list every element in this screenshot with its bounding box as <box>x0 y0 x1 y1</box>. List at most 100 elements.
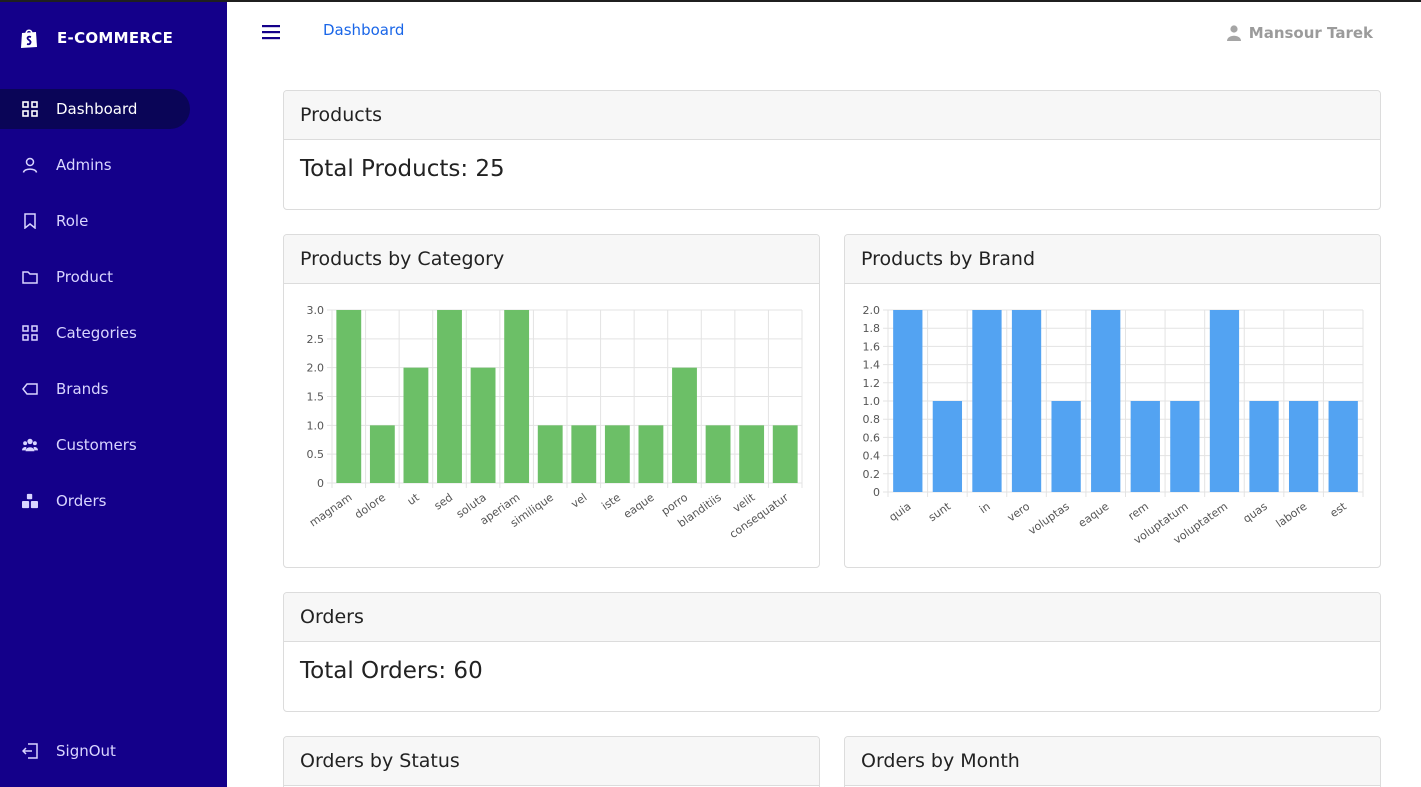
y-tick-label: 1.0 <box>863 395 881 408</box>
x-tick-label: est <box>1328 499 1350 520</box>
bar <box>739 425 765 483</box>
x-tick-label: magnam <box>307 491 354 530</box>
boxes-icon <box>22 493 38 509</box>
sidebar-item-role[interactable]: Role <box>0 201 227 241</box>
x-tick-label: vero <box>1005 500 1033 525</box>
signout-label: SignOut <box>56 742 116 760</box>
sidebar: E-COMMERCE Dashboard Admins Role Product <box>0 0 227 787</box>
card-title: Orders by Month <box>845 737 1380 786</box>
card-title: Products by Brand <box>845 235 1380 284</box>
y-tick-label: 1.5 <box>307 391 325 404</box>
card-title: Orders by Status <box>284 737 819 786</box>
sidebar-item-label: Brands <box>56 380 109 398</box>
tag-icon <box>22 381 38 397</box>
bar <box>1011 310 1042 492</box>
bar <box>369 425 395 483</box>
y-tick-label: 1.2 <box>863 377 881 390</box>
bar <box>604 425 630 483</box>
bar <box>1288 401 1319 492</box>
y-tick-label: 1.8 <box>863 322 881 335</box>
x-tick-label: consequatur <box>727 491 791 541</box>
bar <box>1130 401 1160 492</box>
x-tick-label: iste <box>599 491 623 513</box>
sidebar-item-dashboard[interactable]: Dashboard <box>0 89 190 129</box>
signout-button[interactable]: SignOut <box>0 731 227 771</box>
bar <box>571 425 597 483</box>
card-title: Products <box>284 91 1380 140</box>
y-tick-label: 0.2 <box>863 468 881 481</box>
y-tick-label: 0 <box>873 486 880 499</box>
x-tick-label: dolore <box>352 491 388 522</box>
y-tick-label: 2.5 <box>307 333 325 346</box>
bar <box>336 310 362 483</box>
y-tick-label: 0.4 <box>863 450 881 463</box>
sidebar-item-brands[interactable]: Brands <box>0 369 227 409</box>
x-tick-label: ut <box>405 490 422 508</box>
folder-icon <box>22 269 38 285</box>
y-tick-label: 2.0 <box>863 304 881 317</box>
bar <box>403 367 429 483</box>
user-name: Mansour Tarek <box>1248 24 1373 42</box>
orders-card: Orders Total Orders: 60 <box>283 592 1381 712</box>
x-tick-label: quia <box>887 500 914 524</box>
grid-icon <box>22 101 38 117</box>
hamburger-icon <box>262 25 280 40</box>
category-chart-card: Products by Category 0 0.5 1.0 1.5 2.0 2.5 3.0… <box>283 234 820 568</box>
bar <box>772 425 798 483</box>
sidebar-item-label: Dashboard <box>56 100 138 118</box>
y-tick-label: 0.6 <box>863 431 881 444</box>
bar <box>893 310 923 492</box>
orders-status-card: Orders by Status <box>283 736 820 787</box>
x-tick-label: sunt <box>926 499 954 524</box>
sidebar-item-label: Admins <box>56 156 112 174</box>
bookmark-icon <box>22 213 38 229</box>
y-tick-label: 1.6 <box>863 340 881 353</box>
x-tick-label: labore <box>1274 500 1310 531</box>
brand[interactable]: E-COMMERCE <box>20 26 173 50</box>
bar <box>470 367 496 483</box>
bar <box>672 367 697 483</box>
sidebar-item-customers[interactable]: Customers <box>0 425 227 465</box>
sidebar-item-admins[interactable]: Admins <box>0 145 227 185</box>
shopping-bag-icon <box>21 29 37 48</box>
brand-chart: 0 0.2 0.4 0.6 0.8 1.0 1.2 1.4 1.6 1.8 2.0 quia sunt i… <box>845 284 1380 567</box>
y-tick-label: 2.0 <box>307 362 325 375</box>
total-orders: Total Orders: 60 <box>300 658 483 684</box>
y-tick-label: 1.4 <box>863 359 881 372</box>
bar <box>638 425 664 483</box>
card-title: Products by Category <box>284 235 819 284</box>
bar <box>1091 310 1121 492</box>
sidebar-item-label: Role <box>56 212 89 230</box>
user-icon <box>22 157 38 173</box>
category-chart: 0 0.5 1.0 1.5 2.0 2.5 3.0 magnam dolore ut sed solu… <box>284 284 819 567</box>
x-tick-label: eaque <box>1076 500 1112 530</box>
category-bar-chart: 00.51.01.52.02.53.0magnamdolore ut sedsolu… <box>307 304 803 541</box>
bar <box>504 310 530 483</box>
x-tick-label: in <box>977 500 993 516</box>
bar <box>705 425 731 483</box>
y-tick-label: 3.0 <box>307 304 325 317</box>
user-menu[interactable]: Mansour Tarek <box>1226 24 1373 42</box>
x-tick-label: vel <box>569 491 590 511</box>
menu-toggle-button[interactable] <box>262 24 280 40</box>
sidebar-item-product[interactable]: Product <box>0 257 227 297</box>
users-icon <box>22 437 38 453</box>
sidebar-item-label: Orders <box>56 492 107 510</box>
sidebar-nav: Dashboard Admins Role Product Categories <box>0 89 227 537</box>
sidebar-item-label: Categories <box>56 324 137 342</box>
bar <box>537 425 563 483</box>
bar <box>1328 401 1358 492</box>
bar <box>1051 401 1081 492</box>
bar <box>972 310 1002 492</box>
orders-month-card: Orders by Month <box>844 736 1381 787</box>
products-card: Products Total Products: 25 <box>283 90 1381 210</box>
x-tick-label: sed <box>432 491 455 513</box>
total-products: Total Products: 25 <box>300 156 505 182</box>
y-tick-label: 0.8 <box>863 413 881 426</box>
sidebar-item-orders[interactable]: Orders <box>0 481 227 521</box>
breadcrumb-dashboard[interactable]: Dashboard <box>323 21 404 39</box>
bar <box>1209 310 1240 492</box>
x-tick-label: eaque <box>621 491 657 521</box>
brand-chart-card: Products by Brand 0 0.2 0.4 0.6 0.8 1.0 1.2 1.4… <box>844 234 1381 568</box>
sidebar-item-categories[interactable]: Categories <box>0 313 227 353</box>
